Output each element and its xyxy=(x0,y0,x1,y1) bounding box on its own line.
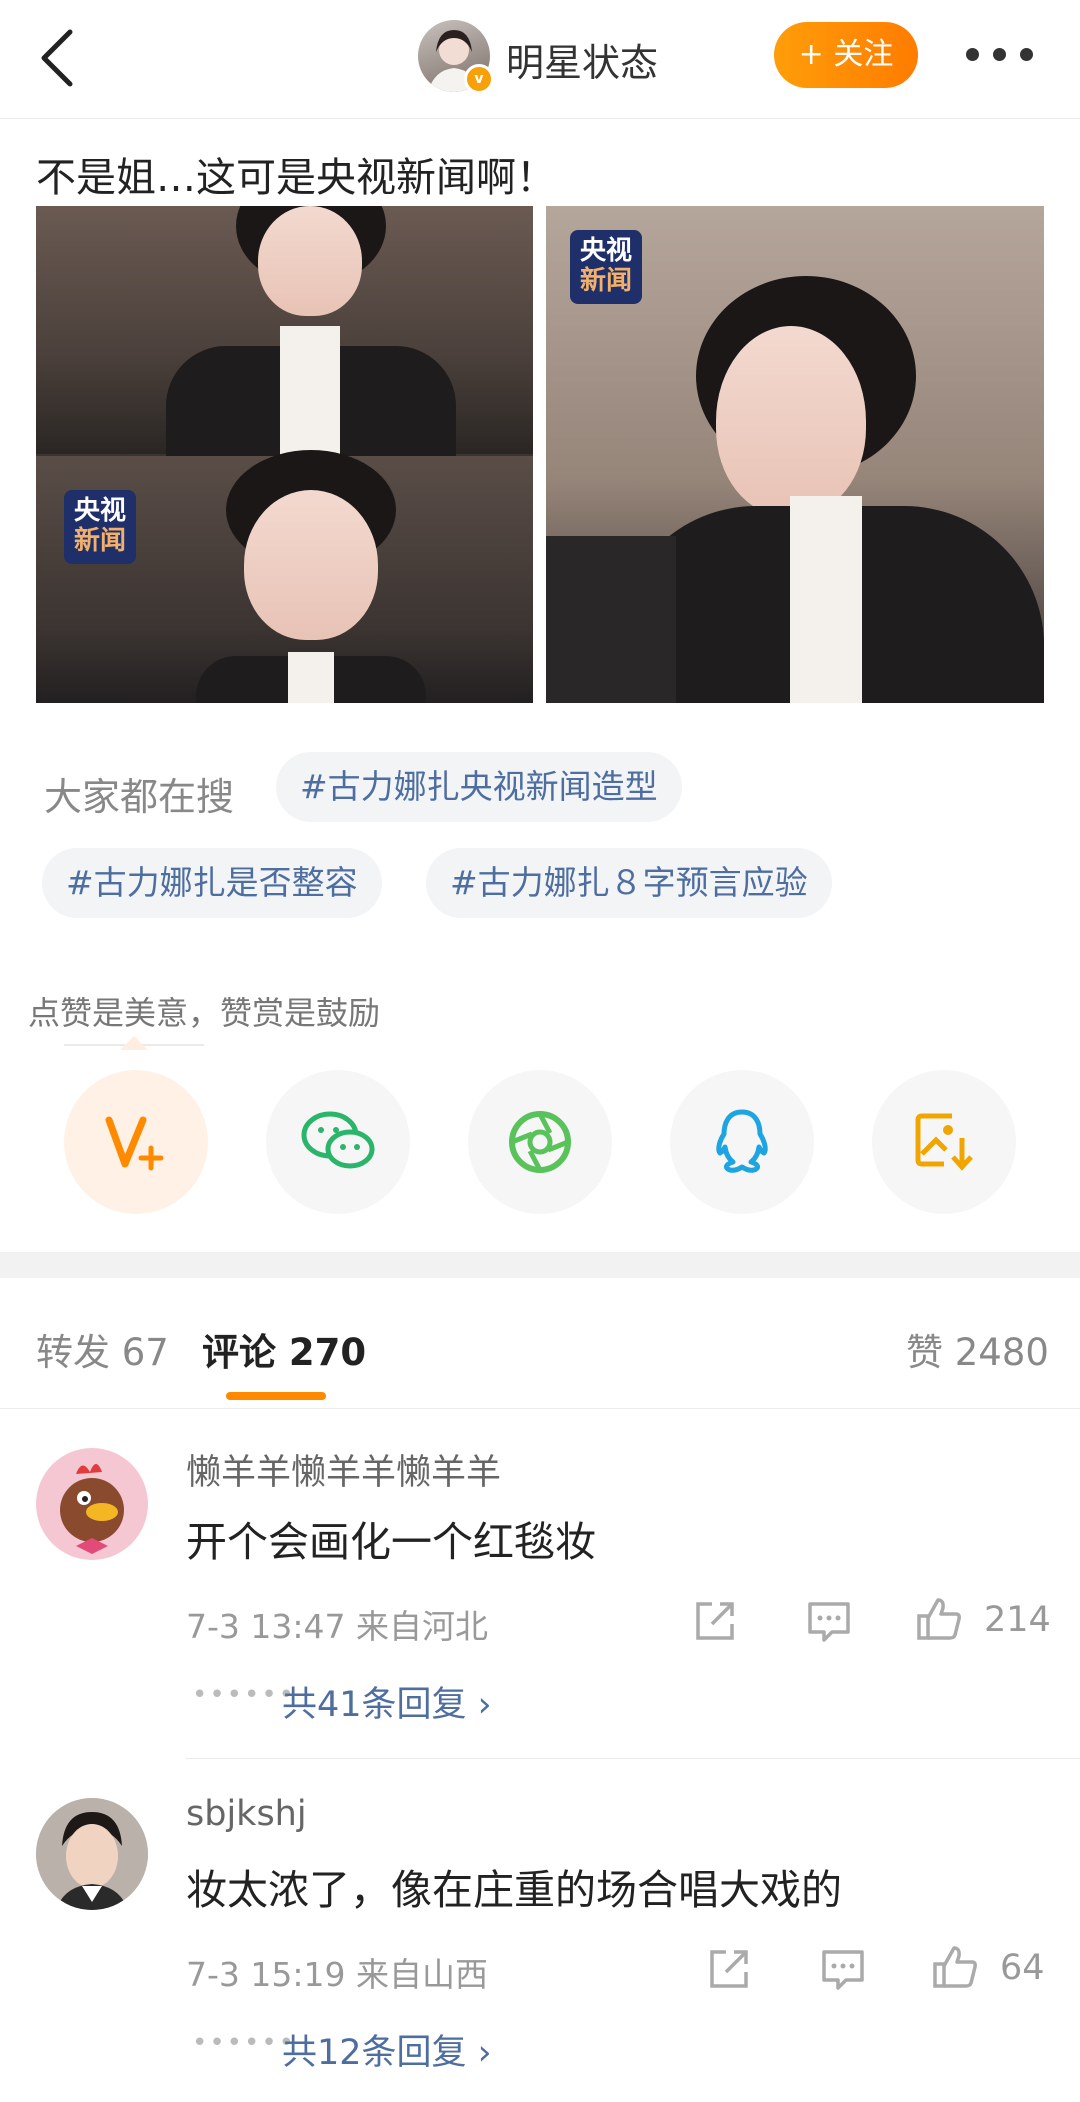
share-qq-button[interactable] xyxy=(670,1070,814,1214)
back-arrow-icon[interactable] xyxy=(38,28,78,88)
view-replies-link[interactable]: 共41条回复 › xyxy=(282,1676,492,1727)
comment-username[interactable]: sbjkshj xyxy=(186,1794,307,1834)
post-image-left[interactable]: 央视 新闻 xyxy=(36,206,533,703)
section-divider xyxy=(0,1252,1080,1278)
trending-tag[interactable]: #古力娜扎８字预言应验 xyxy=(426,848,832,918)
active-tab-indicator xyxy=(226,1392,326,1400)
reply-dots: •••••• xyxy=(192,2028,297,2058)
reward-button[interactable] xyxy=(64,1070,208,1214)
divider xyxy=(186,1758,1080,1759)
repost-icon[interactable] xyxy=(692,1598,738,1644)
post-image-right[interactable]: 央视 新闻 xyxy=(546,206,1044,703)
comment-icon[interactable] xyxy=(820,1946,866,1992)
reward-tip: 点赞是美意，赞赏是鼓励 xyxy=(28,994,381,1032)
reward-v-plus-icon xyxy=(105,1116,164,1171)
comment-icon[interactable] xyxy=(806,1598,852,1644)
cctv-news-watermark: 央视 新闻 xyxy=(570,230,642,304)
comment-text: 妆太浓了，像在庄重的场合唱大戏的 xyxy=(186,1866,842,1914)
tooltip-caret xyxy=(120,1036,148,1050)
trending-tag[interactable]: #古力娜扎是否整容 xyxy=(42,848,382,918)
verified-badge-icon: v xyxy=(464,64,494,94)
divider xyxy=(0,1408,1080,1409)
wechat-icon xyxy=(301,1111,375,1169)
comment-avatar[interactable] xyxy=(36,1798,148,1910)
view-replies-link[interactable]: 共12条回复 › xyxy=(282,2024,492,2075)
save-image-icon xyxy=(915,1113,973,1171)
top-bar: v 明星状态 + 关注 xyxy=(0,0,1080,119)
reply-dots: •••••• xyxy=(192,1680,297,1710)
like-thumb-icon[interactable] xyxy=(916,1596,962,1642)
like-thumb-icon[interactable] xyxy=(932,1944,978,1990)
trending-tag[interactable]: #古力娜扎央视新闻造型 xyxy=(276,752,682,822)
comment-avatar[interactable] xyxy=(36,1448,148,1560)
post-text: 不是姐…这可是央视新闻啊！ xyxy=(36,155,556,201)
moments-icon xyxy=(509,1111,571,1173)
trending-search-label: 大家都在搜 xyxy=(44,775,235,819)
account-title[interactable]: 明星状态 xyxy=(506,32,658,87)
save-image-button[interactable] xyxy=(872,1070,1016,1214)
share-wechat-button[interactable] xyxy=(266,1070,410,1214)
share-moments-button[interactable] xyxy=(468,1070,612,1214)
like-count: 64 xyxy=(1000,1948,1045,1988)
like-count: 214 xyxy=(984,1600,1051,1640)
comment-meta: 7-3 13:47 来自河北 xyxy=(186,1607,488,1646)
comment-meta: 7-3 15:19 来自山西 xyxy=(186,1955,488,1994)
author-avatar[interactable]: v xyxy=(418,20,494,94)
tab-comment[interactable]: 评论 270 xyxy=(202,1322,366,1376)
more-options-icon[interactable] xyxy=(966,48,1062,64)
cctv-news-watermark: 央视 新闻 xyxy=(64,490,136,564)
tab-likes[interactable]: 赞 2480 xyxy=(906,1322,1049,1376)
qq-icon xyxy=(716,1109,768,1173)
tab-repost[interactable]: 转发 67 xyxy=(36,1322,169,1376)
follow-button[interactable]: + 关注 xyxy=(774,22,918,88)
comment-username[interactable]: 懒羊羊懒羊羊懒羊羊 xyxy=(186,1444,501,1495)
comment-text: 开个会画化一个红毯妆 xyxy=(186,1518,596,1566)
repost-icon[interactable] xyxy=(706,1946,752,1992)
